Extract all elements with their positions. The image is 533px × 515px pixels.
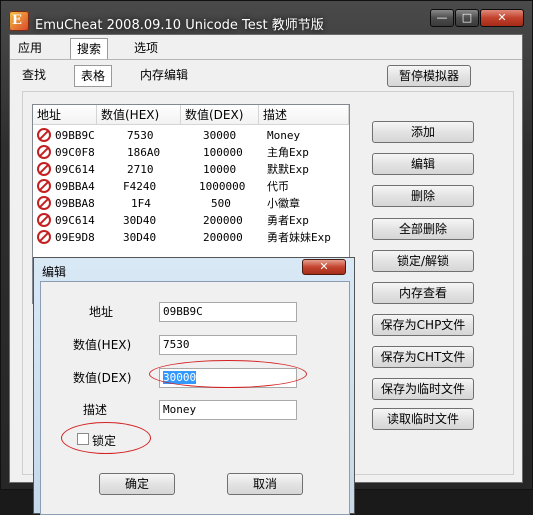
load-temp-button[interactable]: 读取临时文件	[372, 408, 474, 430]
header-hex[interactable]: 数值(HEX)	[97, 105, 181, 125]
list-item[interactable]: 09C614 30D40 200000 勇者Exp	[35, 212, 349, 229]
list-item[interactable]: 09C614 2710 10000 默默Exp	[35, 161, 349, 178]
desc-label: 描述	[83, 403, 108, 417]
lock-off-icon	[37, 196, 51, 210]
list-item[interactable]: 09BB9C 7530 30000 Money	[35, 127, 349, 144]
menu-apply[interactable]: 应用	[12, 38, 48, 58]
list-item[interactable]: 09C0F8 186A0 100000 主角Exp	[35, 144, 349, 161]
list-item[interactable]: 09BBA8 1F4 500 小徽章	[35, 195, 349, 212]
close-button[interactable]: ✕	[480, 9, 524, 27]
lock-off-icon	[37, 230, 51, 244]
save-cht-button[interactable]: 保存为CHT文件	[372, 346, 474, 368]
edit-dialog: 编辑 ✕ 地址 09BB9C 数值(HEX) 7530 数值(DEX) 3000…	[33, 257, 355, 515]
desc-field[interactable]: Money	[159, 400, 297, 420]
dialog-body: 地址 09BB9C 数值(HEX) 7530 数值(DEX) 30000 描述 …	[40, 281, 350, 515]
dialog-title: 编辑	[42, 265, 67, 279]
lock-off-icon	[37, 162, 51, 176]
lock-off-icon	[37, 128, 51, 142]
address-field[interactable]: 09BB9C	[159, 302, 297, 322]
highlight-ellipse	[149, 360, 307, 388]
window-title: EmuCheat 2008.09.10 Unicode Test 教师节版	[35, 18, 324, 33]
minimize-button[interactable]: —	[430, 9, 454, 27]
add-button[interactable]: 添加	[372, 121, 474, 143]
tab-find[interactable]: 查找	[16, 65, 52, 85]
header-dec[interactable]: 数值(DEX)	[181, 105, 259, 125]
pause-emulator-button[interactable]: 暂停模拟器	[387, 65, 471, 87]
delete-all-button[interactable]: 全部删除	[372, 218, 474, 240]
list-item[interactable]: 09BBA4 F4240 1000000 代币	[35, 178, 349, 195]
delete-button[interactable]: 删除	[372, 185, 474, 207]
address-label: 地址	[89, 305, 114, 319]
menu-search[interactable]: 搜索	[70, 38, 109, 59]
hex-field[interactable]: 7530	[159, 335, 297, 355]
hex-label: 数值(HEX)	[73, 338, 132, 352]
edit-button[interactable]: 编辑	[372, 153, 474, 175]
maximize-button[interactable]: □	[455, 9, 479, 27]
header-address[interactable]: 地址	[33, 105, 97, 125]
tab-table[interactable]: 表格	[74, 65, 113, 87]
tab-memory-edit[interactable]: 内存编辑	[134, 65, 194, 85]
highlight-ellipse	[61, 422, 151, 454]
dialog-close-button[interactable]: ✕	[302, 259, 346, 275]
save-chp-button[interactable]: 保存为CHP文件	[372, 314, 474, 336]
memory-view-button[interactable]: 内存查看	[372, 282, 474, 304]
lock-off-icon	[37, 145, 51, 159]
cancel-button[interactable]: 取消	[227, 473, 303, 495]
menu-divider	[10, 59, 522, 60]
lock-unlock-button[interactable]: 锁定/解锁	[372, 250, 474, 272]
list-item[interactable]: 09E9D8 30D40 200000 勇者妹妹Exp	[35, 229, 349, 246]
dec-label: 数值(DEX)	[73, 371, 132, 385]
ok-button[interactable]: 确定	[99, 473, 175, 495]
lock-off-icon	[37, 179, 51, 193]
lock-off-icon	[37, 213, 51, 227]
app-icon: E	[9, 11, 29, 31]
menu-options[interactable]: 选项	[128, 38, 164, 58]
header-desc[interactable]: 描述	[259, 105, 349, 125]
save-temp-button[interactable]: 保存为临时文件	[372, 378, 474, 400]
